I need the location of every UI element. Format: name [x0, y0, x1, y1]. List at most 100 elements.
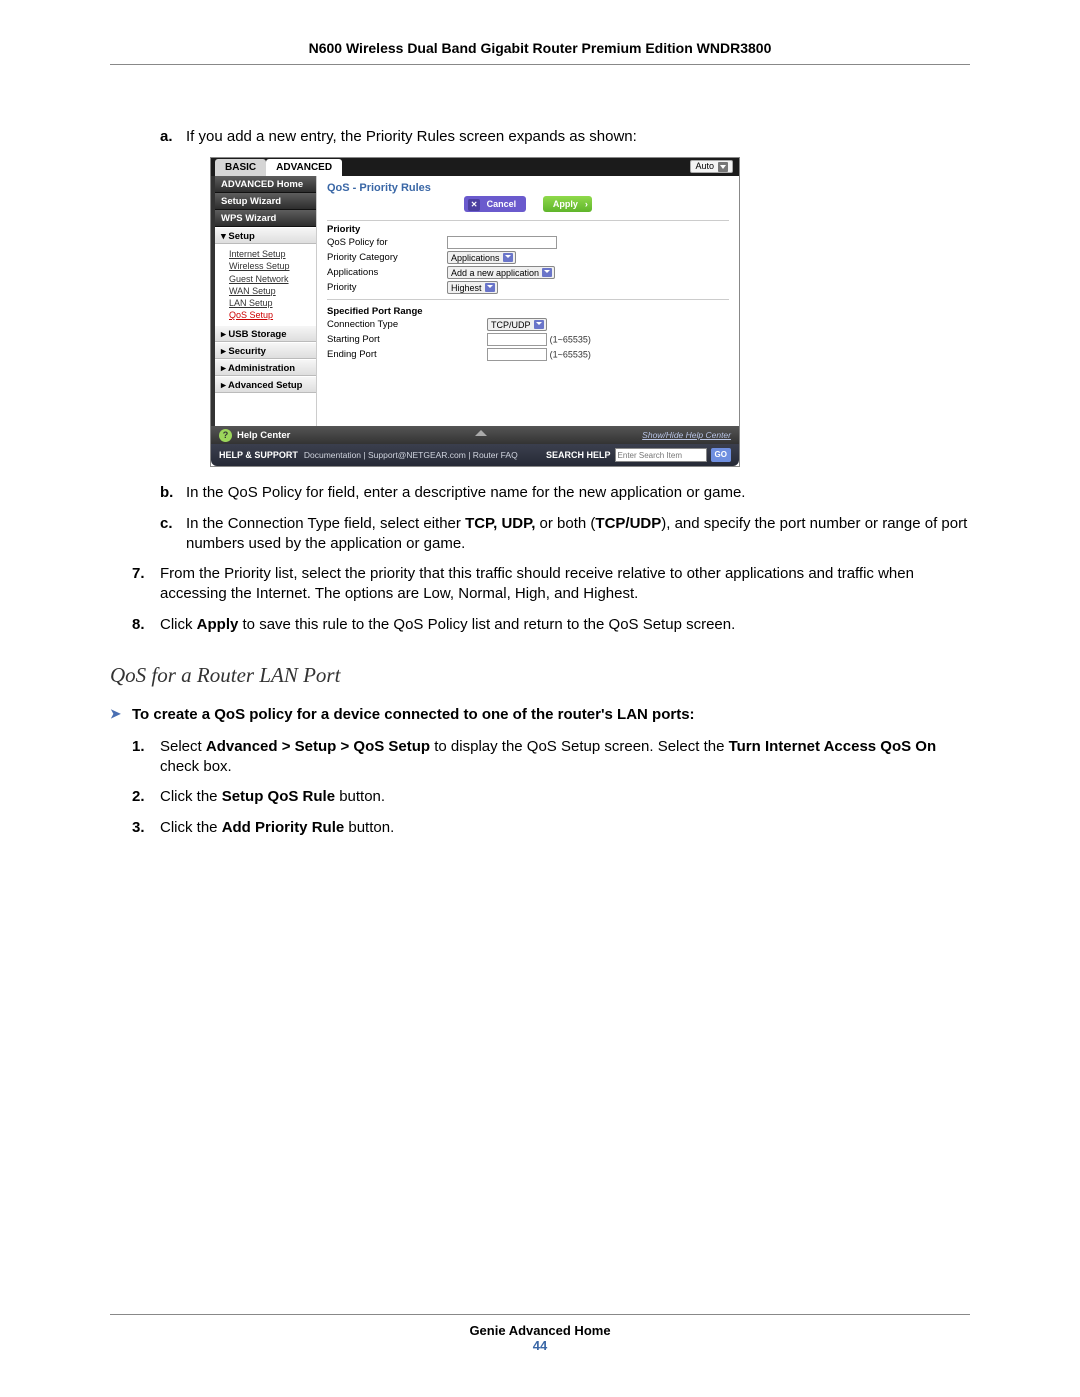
subheading-qos-lan-port: QoS for a Router LAN Port: [110, 663, 970, 688]
sidebar-setup-children: Internet Setup Wireless Setup Guest Netw…: [215, 244, 316, 325]
search-help-input[interactable]: [615, 448, 707, 462]
tab-basic[interactable]: BASIC: [215, 159, 266, 176]
auto-refresh[interactable]: Auto: [690, 160, 733, 173]
specified-port-range-heading: Specified Port Range: [327, 299, 729, 317]
cancel-label: Cancel: [487, 199, 517, 209]
starting-port-input[interactable]: [487, 333, 547, 346]
page-footer: Genie Advanced Home 44: [110, 1314, 970, 1353]
help-center-label: Help Center: [237, 430, 290, 441]
step-a-letter: a.: [160, 127, 186, 147]
shot-topbar: BASIC ADVANCED Auto: [211, 158, 739, 176]
task-line: ➤ To create a QoS policy for a device co…: [110, 706, 970, 723]
sidebar-guest-network[interactable]: Guest Network: [229, 273, 316, 285]
chevron-up-icon[interactable]: [475, 430, 487, 436]
sidebar: ADVANCED Home Setup Wizard WPS Wizard ▾ …: [211, 176, 317, 426]
connection-type-label: Connection Type: [327, 319, 447, 330]
starting-port-hint: (1~65535): [550, 335, 591, 345]
proc-3-num: 3.: [132, 818, 160, 838]
step-c-letter: c.: [160, 514, 186, 555]
step-8-num: 8.: [132, 615, 160, 635]
proc-2-num: 2.: [132, 787, 160, 807]
connection-type-select[interactable]: TCP/UDP: [487, 318, 547, 331]
step-b-text: In the QoS Policy for field, enter a des…: [186, 483, 745, 503]
proc-2: 2. Click the Setup QoS Rule button.: [132, 787, 970, 807]
sidebar-security[interactable]: ▸ Security: [215, 342, 316, 359]
applications-select[interactable]: Add a new application: [447, 266, 555, 279]
priority-category-select[interactable]: Applications: [447, 251, 516, 264]
step-c-text: In the Connection Type field, select eit…: [186, 514, 970, 555]
screenshot: BASIC ADVANCED Auto ADVANCED Home Setup …: [210, 157, 740, 467]
show-hide-help[interactable]: Show/Hide Help Center: [642, 430, 731, 440]
step-a-text: If you add a new entry, the Priority Rul…: [186, 127, 637, 147]
proc-2-text: Click the Setup QoS Rule button.: [160, 787, 385, 807]
step-b-letter: b.: [160, 483, 186, 503]
step-8-text: Click Apply to save this rule to the QoS…: [160, 615, 735, 635]
action-row: ✕ Cancel Apply: [327, 196, 729, 212]
chevron-down-icon: [485, 283, 495, 292]
sidebar-setup[interactable]: ▾ Setup: [215, 227, 316, 244]
sidebar-setup-wizard[interactable]: Setup Wizard: [215, 193, 316, 210]
cancel-button[interactable]: ✕ Cancel: [464, 196, 526, 212]
proc-3-text: Click the Add Priority Rule button.: [160, 818, 394, 838]
hr-bottom: [110, 1314, 970, 1315]
sidebar-qos-setup[interactable]: QoS Setup: [229, 309, 316, 321]
doc-header: N600 Wireless Dual Band Gigabit Router P…: [110, 40, 970, 56]
proc-1-text: Select Advanced > Setup > QoS Setup to d…: [160, 737, 970, 778]
content-panel: QoS - Priority Rules ✕ Cancel Apply Prio…: [317, 176, 739, 426]
step-7: 7. From the Priority list, select the pr…: [132, 564, 970, 605]
sidebar-advanced-setup[interactable]: ▸ Advanced Setup: [215, 376, 316, 393]
search-help-label: SEARCH HELP: [546, 450, 611, 460]
sidebar-usb-storage[interactable]: ▸ USB Storage: [215, 325, 316, 342]
ending-port-input[interactable]: [487, 348, 547, 361]
ending-port-hint: (1~65535): [550, 350, 591, 360]
priority-heading: Priority: [327, 224, 729, 235]
priority-select[interactable]: Highest: [447, 281, 498, 294]
step-7-num: 7.: [132, 564, 160, 605]
proc-1-num: 1.: [132, 737, 160, 778]
sidebar-administration[interactable]: ▸ Administration: [215, 359, 316, 376]
step-a: a. If you add a new entry, the Priority …: [160, 127, 970, 147]
apply-button[interactable]: Apply: [543, 196, 592, 212]
chevron-down-icon: [542, 268, 552, 277]
chevron-down-icon: [718, 162, 728, 172]
proc-1: 1. Select Advanced > Setup > QoS Setup t…: [132, 737, 970, 778]
chevron-down-icon: [503, 253, 513, 262]
tab-advanced[interactable]: ADVANCED: [266, 159, 342, 176]
ending-port-label: Ending Port: [327, 349, 447, 360]
step-b: b. In the QoS Policy for field, enter a …: [160, 483, 970, 503]
step-c: c. In the Connection Type field, select …: [160, 514, 970, 555]
sidebar-lan-setup[interactable]: LAN Setup: [229, 297, 316, 309]
sidebar-wireless-setup[interactable]: Wireless Setup: [229, 260, 316, 272]
close-icon: ✕: [468, 199, 480, 211]
auto-label: Auto: [695, 160, 714, 173]
qos-policy-for-input[interactable]: [447, 236, 557, 249]
applications-value: Add a new application: [451, 268, 539, 278]
step-7-text: From the Priority list, select the prior…: [160, 564, 970, 605]
priority-category-label: Priority Category: [327, 252, 447, 263]
priority-category-value: Applications: [451, 253, 500, 263]
sidebar-wps-wizard[interactable]: WPS Wizard: [215, 210, 316, 227]
help-icon: ?: [219, 429, 232, 442]
step-8: 8. Click Apply to save this rule to the …: [132, 615, 970, 635]
panel-title: QoS - Priority Rules: [327, 182, 729, 194]
priority-label: Priority: [327, 282, 447, 293]
connection-type-value: TCP/UDP: [491, 320, 531, 330]
sidebar-internet-setup[interactable]: Internet Setup: [229, 248, 316, 260]
priority-value: Highest: [451, 283, 482, 293]
footer-page: 44: [110, 1338, 970, 1353]
starting-port-label: Starting Port: [327, 334, 447, 345]
go-button[interactable]: GO: [711, 448, 731, 462]
help-support-label: HELP & SUPPORT: [219, 450, 298, 460]
qos-policy-for-label: QoS Policy for: [327, 237, 447, 248]
proc-3: 3. Click the Add Priority Rule button.: [132, 818, 970, 838]
sidebar-advanced-home[interactable]: ADVANCED Home: [215, 176, 316, 193]
sidebar-wan-setup[interactable]: WAN Setup: [229, 285, 316, 297]
hr-top: [110, 64, 970, 65]
support-links[interactable]: Documentation | Support@NETGEAR.com | Ro…: [304, 450, 518, 460]
support-bar: HELP & SUPPORT Documentation | Support@N…: [211, 444, 739, 466]
help-center-bar: ? Help Center Show/Hide Help Center: [211, 426, 739, 444]
applications-label: Applications: [327, 267, 447, 278]
task-arrow-icon: ➤: [110, 706, 132, 723]
chevron-down-icon: [534, 320, 544, 329]
task-text: To create a QoS policy for a device conn…: [132, 706, 695, 723]
